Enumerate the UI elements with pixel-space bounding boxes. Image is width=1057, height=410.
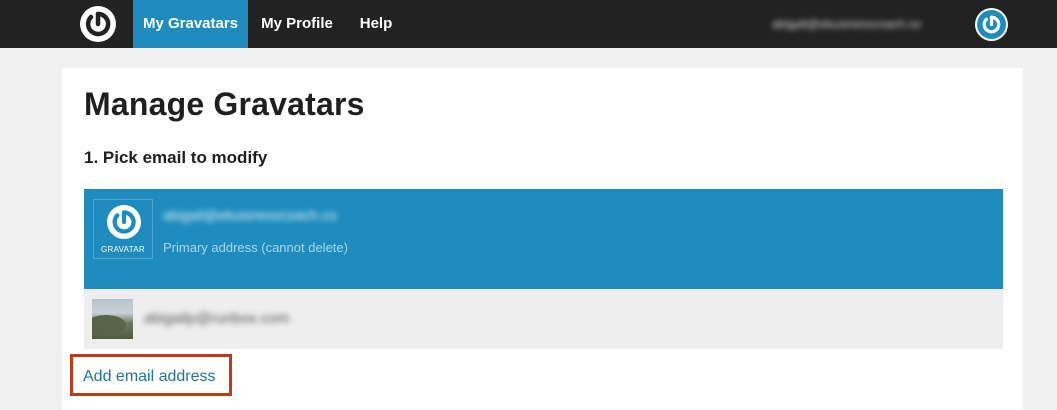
nav-tab-my-profile[interactable]: My Profile — [248, 0, 346, 48]
email-row-primary[interactable]: GRAVATAR abigail@ebusinesscoach.co Prima… — [84, 189, 1003, 289]
landscape-hill-shape — [92, 315, 126, 335]
nav-tab-help[interactable]: Help — [346, 0, 406, 48]
photo-avatar — [92, 299, 133, 339]
top-nav-bar: My Gravatars My Profile Help abigail@ebu… — [0, 0, 1057, 48]
email-address: abigailp@runbox.com — [144, 310, 290, 327]
primary-address-note: Primary address (cannot delete) — [163, 240, 348, 255]
email-address: abigail@ebusinesscoach.co — [163, 207, 337, 223]
nav-tab-my-gravatars[interactable]: My Gravatars — [133, 0, 248, 48]
account-avatar[interactable] — [975, 8, 1008, 41]
gravatar-logo-icon[interactable] — [80, 6, 116, 42]
email-row-secondary[interactable]: abigailp@runbox.com — [84, 289, 1003, 349]
default-gravatar-avatar: GRAVATAR — [93, 199, 153, 259]
add-email-address-link[interactable]: Add email address — [83, 368, 216, 386]
gravatar-logo-icon — [107, 205, 141, 239]
gravatar-logo-icon — [977, 10, 1006, 39]
step-heading: 1. Pick email to modify — [84, 148, 268, 167]
page-title: Manage Gravatars — [84, 86, 365, 122]
avatar-caption: GRAVATAR — [100, 245, 146, 254]
account-email[interactable]: abigail@ebusinesscoach.co — [772, 14, 952, 34]
